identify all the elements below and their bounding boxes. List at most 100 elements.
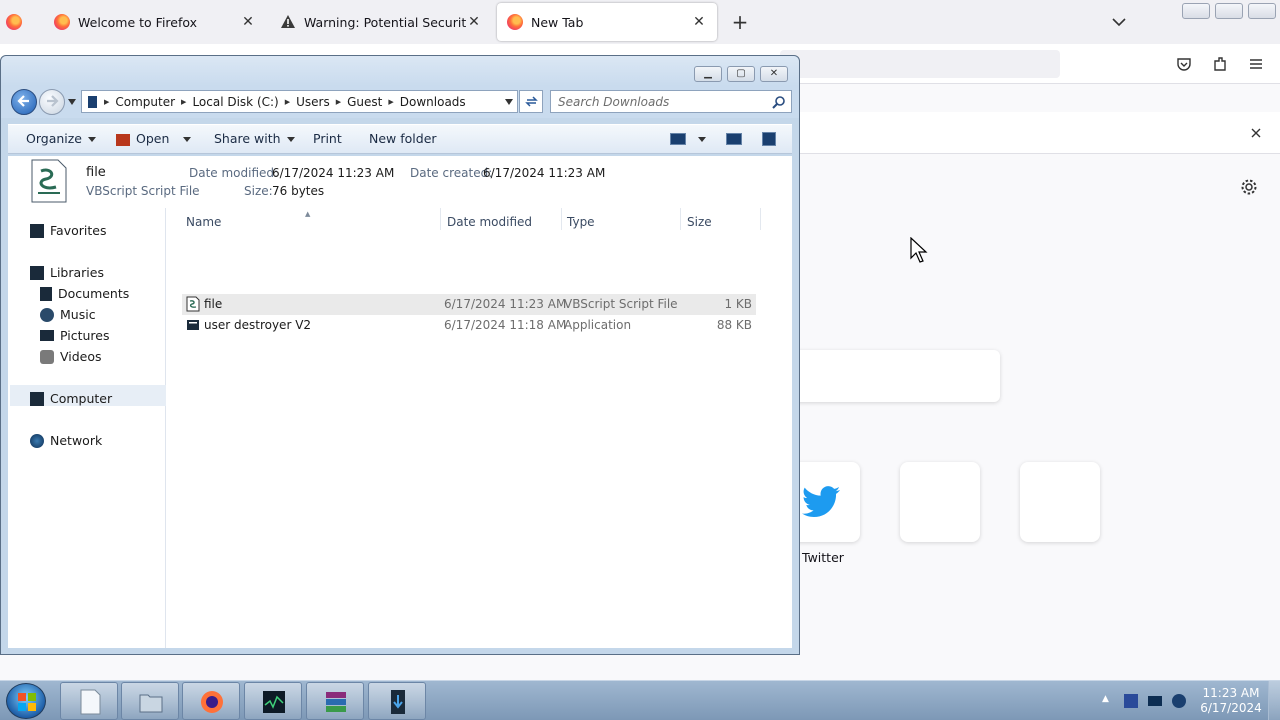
breadcrumb-downloads[interactable]: Downloads [394, 95, 472, 109]
column-header-date-modified[interactable]: Date modified [447, 215, 532, 229]
chevron-down-icon[interactable] [183, 137, 192, 142]
taskbar-app-explorer[interactable] [121, 682, 179, 720]
refresh-button[interactable] [519, 90, 543, 113]
chevron-down-icon[interactable] [1110, 13, 1128, 31]
change-view-icon[interactable] [670, 133, 686, 145]
help-icon[interactable] [762, 132, 776, 146]
column-header-name[interactable]: Name [186, 215, 221, 229]
share-with-label: Share with [214, 131, 281, 146]
tab-welcome-to-firefox[interactable]: Welcome to Firefox ✕ [44, 3, 266, 41]
taskbar-app-winrar[interactable] [306, 682, 364, 720]
explorer-window: ▁ ▢ ✕ ▶ Computer ▶ Local Disk (C:) ▶ Use… [0, 55, 800, 655]
new-tab-button[interactable]: + [730, 12, 750, 32]
chevron-down-icon[interactable] [68, 99, 76, 105]
nav-computer[interactable]: Computer [30, 391, 112, 406]
file-date-modified: 6/17/2024 11:18 AM [444, 318, 567, 332]
web-search-box[interactable] [780, 350, 1000, 402]
close-icon[interactable] [1247, 124, 1265, 142]
close-icon[interactable]: ✕ [240, 14, 256, 30]
shortcut-empty[interactable] [1020, 462, 1100, 542]
new-folder-button[interactable]: New folder [369, 131, 437, 146]
file-type: VBScript Script File [564, 297, 678, 311]
search-input[interactable]: Search Downloads [550, 90, 792, 113]
show-desktop-button[interactable] [1268, 681, 1280, 720]
table-row[interactable]: user destroyer V2 6/17/2024 11:18 AM App… [182, 315, 756, 336]
url-bar[interactable] [780, 50, 1060, 78]
nav-network[interactable]: Network [30, 433, 102, 448]
gear-icon[interactable] [1240, 178, 1258, 196]
search-icon[interactable] [772, 95, 786, 109]
tray-app-icon[interactable] [1124, 694, 1138, 708]
network-tray-icon[interactable] [1148, 696, 1162, 706]
nav-documents[interactable]: Documents [40, 286, 129, 301]
column-header-size[interactable]: Size [687, 215, 712, 229]
column-divider[interactable] [561, 208, 562, 230]
print-button[interactable]: Print [313, 131, 342, 146]
firefox-icon [54, 14, 70, 30]
breadcrumb-local-disk[interactable]: Local Disk (C:) [186, 95, 284, 109]
taskbar-app-firefox[interactable] [182, 682, 240, 720]
column-header-type[interactable]: Type [567, 215, 595, 229]
close-button[interactable] [1248, 3, 1276, 19]
menu-icon[interactable] [1247, 55, 1265, 73]
system-clock[interactable]: 11:23 AM 6/17/2024 [1196, 686, 1266, 716]
date-modified-value: 6/17/2024 11:23 AM [272, 166, 395, 180]
nav-favorites[interactable]: Favorites [30, 223, 106, 238]
table-row[interactable]: file 6/17/2024 11:23 AM VBScript Script … [182, 294, 756, 315]
column-divider[interactable] [440, 208, 441, 230]
windows-logo-icon [18, 693, 36, 711]
taskbar-app-downloads[interactable] [368, 682, 426, 720]
pocket-icon[interactable] [1175, 55, 1193, 73]
show-hidden-icons-icon[interactable]: ▲ [1102, 694, 1116, 708]
column-divider[interactable] [680, 208, 681, 230]
restore-button[interactable] [1215, 3, 1243, 19]
videos-icon [40, 349, 54, 364]
organize-button[interactable]: Organize [26, 131, 96, 146]
file-name: user destroyer V2 [204, 318, 312, 332]
firefox-view-button[interactable] [6, 12, 30, 32]
taskbar-app-task-manager[interactable] [244, 682, 302, 720]
nav-label: Documents [58, 286, 130, 301]
column-divider[interactable] [760, 208, 761, 230]
library-icon [30, 265, 44, 280]
breadcrumb-computer[interactable]: Computer [109, 95, 181, 109]
nav-videos[interactable]: Videos [40, 349, 102, 364]
chevron-down-icon[interactable] [698, 137, 706, 142]
forward-button[interactable] [39, 89, 65, 115]
open-button[interactable]: Open [116, 131, 192, 146]
close-icon[interactable]: ✕ [691, 14, 707, 30]
breadcrumb-users[interactable]: Users [290, 95, 336, 109]
maximize-button[interactable]: ▢ [727, 66, 755, 82]
nav-libraries[interactable]: Libraries [30, 265, 104, 280]
breadcrumb-guest[interactable]: Guest [341, 95, 388, 109]
close-button[interactable]: ✕ [760, 66, 788, 82]
back-button[interactable] [11, 89, 37, 115]
minimize-button[interactable] [1182, 3, 1210, 19]
file-type: Application [564, 318, 632, 332]
shortcut-empty[interactable] [900, 462, 980, 542]
open-icon [116, 133, 130, 146]
nav-music[interactable]: Music [40, 307, 96, 322]
address-row: ▶ Computer ▶ Local Disk (C:) ▶ Users ▶ G… [1, 86, 799, 118]
tab-security-warning[interactable]: Warning: Potential Security Risk ✕ [270, 3, 492, 41]
close-icon[interactable]: ✕ [466, 14, 482, 30]
arrow-left-icon [17, 95, 29, 107]
extensions-icon[interactable] [1211, 55, 1229, 73]
nav-pictures[interactable]: Pictures [40, 328, 110, 343]
preview-pane-icon[interactable] [726, 133, 742, 145]
taskbar-app-file-explorer[interactable] [60, 682, 118, 720]
tab-new-tab[interactable]: New Tab ✕ [497, 3, 717, 41]
chevron-down-icon[interactable] [505, 99, 513, 105]
address-bar[interactable]: ▶ Computer ▶ Local Disk (C:) ▶ Users ▶ G… [81, 90, 518, 113]
share-with-button[interactable]: Share with [214, 131, 295, 146]
warning-icon [281, 15, 295, 28]
tab-label: New Tab [531, 14, 584, 30]
documents-icon [40, 286, 52, 301]
navigation-pane: Favorites Libraries Documents Music Pict… [8, 208, 166, 648]
command-bar: Organize Open Share with Print New folde… [8, 124, 792, 154]
taskbar: ▲ 11:23 AM 6/17/2024 [0, 680, 1280, 720]
start-button[interactable] [6, 683, 46, 719]
title-bar[interactable]: ▁ ▢ ✕ [1, 56, 799, 86]
volume-icon[interactable] [1172, 694, 1186, 708]
minimize-button[interactable]: ▁ [694, 66, 722, 82]
